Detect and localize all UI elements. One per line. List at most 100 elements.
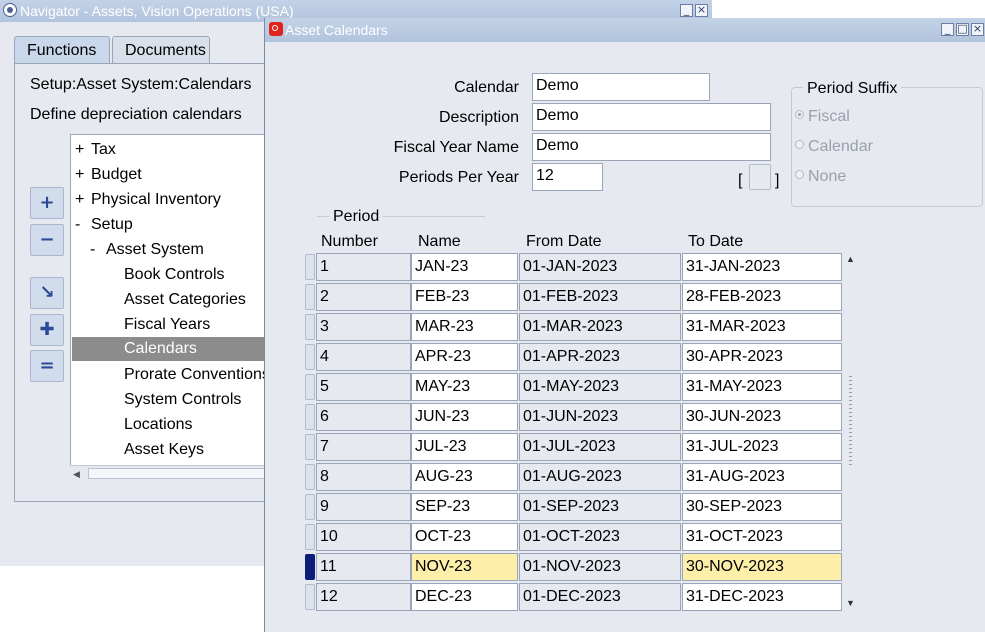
period-name-cell[interactable]: DEC-23	[411, 583, 518, 611]
period-to-date-cell[interactable]: 31-MAR-2023	[682, 313, 842, 341]
row-selector[interactable]	[305, 404, 315, 430]
period-name-cell[interactable]: JUN-23	[411, 403, 518, 431]
period-number-cell[interactable]: 7	[316, 433, 411, 461]
radio-fiscal[interactable]: Fiscal	[795, 108, 850, 126]
row-selector[interactable]	[305, 374, 315, 400]
period-name-cell[interactable]: NOV-23	[411, 553, 518, 581]
period-to-date-cell[interactable]: 31-OCT-2023	[682, 523, 842, 551]
tree-item-asset-keys[interactable]: Asset Keys	[124, 438, 204, 462]
period-number-cell[interactable]: 2	[316, 283, 411, 311]
period-suffix-title: Period Suffix	[803, 80, 902, 98]
minimize-icon[interactable]: _	[941, 23, 954, 36]
period-to-date-cell[interactable]: 31-AUG-2023	[682, 463, 842, 491]
tab-functions[interactable]: Functions	[14, 36, 110, 64]
period-number-cell[interactable]: 3	[316, 313, 411, 341]
period-from-date-cell[interactable]: 01-NOV-2023	[519, 553, 681, 581]
row-selector[interactable]	[305, 524, 315, 550]
tree-item-fiscal-years[interactable]: Fiscal Years	[124, 313, 210, 337]
period-to-date-cell[interactable]: 28-FEB-2023	[682, 283, 842, 311]
row-selector[interactable]	[305, 584, 315, 610]
fiscal-year-name-field[interactable]: Demo	[532, 133, 771, 161]
tree-item-asset-system[interactable]: - Asset System	[90, 238, 204, 262]
radio-calendar[interactable]: Calendar	[795, 138, 873, 156]
period-name-cell[interactable]: MAR-23	[411, 313, 518, 341]
period-from-date-cell[interactable]: 01-MAR-2023	[519, 313, 681, 341]
expand-branch-button[interactable]: ↘	[30, 277, 64, 309]
calendar-field[interactable]: Demo	[532, 73, 710, 101]
tree-horizontal-scrollbar[interactable]: ◀	[70, 465, 314, 482]
period-table-scrollbar[interactable]: ▲ ▼	[844, 252, 858, 610]
row-selector[interactable]	[305, 554, 315, 580]
period-name-cell[interactable]: JAN-23	[411, 253, 518, 281]
tree-item-budget[interactable]: + Budget	[75, 163, 142, 187]
tree-item-physical-inventory[interactable]: + Physical Inventory	[75, 188, 221, 212]
maximize-icon[interactable]: □	[956, 23, 969, 36]
period-number-cell[interactable]: 12	[316, 583, 411, 611]
row-selector[interactable]	[305, 314, 315, 340]
period-to-date-cell[interactable]: 30-NOV-2023	[682, 553, 842, 581]
period-number-cell[interactable]: 5	[316, 373, 411, 401]
period-to-date-cell[interactable]: 30-SEP-2023	[682, 493, 842, 521]
row-selector[interactable]	[305, 464, 315, 490]
description-field[interactable]: Demo	[532, 103, 771, 131]
period-name-cell[interactable]: FEB-23	[411, 283, 518, 311]
scroll-left-icon[interactable]: ◀	[73, 469, 80, 480]
tree-item-locations[interactable]: Locations	[124, 413, 193, 437]
period-number-cell[interactable]: 9	[316, 493, 411, 521]
row-selector[interactable]	[305, 254, 315, 280]
period-to-date-cell[interactable]: 31-DEC-2023	[682, 583, 842, 611]
period-from-date-cell[interactable]: 01-APR-2023	[519, 343, 681, 371]
period-name-cell[interactable]: SEP-23	[411, 493, 518, 521]
period-from-date-cell[interactable]: 01-DEC-2023	[519, 583, 681, 611]
period-from-date-cell[interactable]: 01-OCT-2023	[519, 523, 681, 551]
period-from-date-cell[interactable]: 01-MAY-2023	[519, 373, 681, 401]
tab-documents[interactable]: Documents	[112, 36, 210, 64]
period-from-date-cell[interactable]: 01-JUL-2023	[519, 433, 681, 461]
tree-item-system-controls[interactable]: System Controls	[124, 388, 241, 412]
row-selector[interactable]	[305, 494, 315, 520]
period-name-cell[interactable]: JUL-23	[411, 433, 518, 461]
descriptive-flexfield[interactable]	[749, 164, 771, 190]
tree-item-tax[interactable]: + Tax	[75, 138, 116, 162]
tree-item-book-controls[interactable]: Book Controls	[124, 263, 225, 287]
tree-item-setup[interactable]: - Setup	[75, 213, 133, 237]
period-number-cell[interactable]: 8	[316, 463, 411, 491]
radio-none[interactable]: None	[795, 168, 846, 186]
period-name-cell[interactable]: AUG-23	[411, 463, 518, 491]
period-from-date-cell[interactable]: 01-JUN-2023	[519, 403, 681, 431]
period-number-cell[interactable]: 10	[316, 523, 411, 551]
period-to-date-cell[interactable]: 30-JUN-2023	[682, 403, 842, 431]
period-number-cell[interactable]: 6	[316, 403, 411, 431]
scroll-up-icon[interactable]: ▲	[846, 254, 855, 264]
row-selector[interactable]	[305, 344, 315, 370]
period-name-cell[interactable]: MAY-23	[411, 373, 518, 401]
period-to-date-cell[interactable]: 31-JAN-2023	[682, 253, 842, 281]
scroll-down-icon[interactable]: ▼	[846, 598, 855, 608]
asset-calendars-titlebar[interactable]: Asset Calendars _ □ ×	[265, 18, 985, 42]
period-name-cell[interactable]: APR-23	[411, 343, 518, 371]
periods-per-year-field[interactable]: 12	[532, 163, 603, 191]
minimize-icon[interactable]: _	[680, 4, 693, 17]
close-icon[interactable]: ×	[695, 4, 708, 17]
collapse-all-button[interactable]: =	[30, 350, 64, 382]
period-from-date-cell[interactable]: 01-JAN-2023	[519, 253, 681, 281]
period-to-date-cell[interactable]: 31-JUL-2023	[682, 433, 842, 461]
period-from-date-cell[interactable]: 01-AUG-2023	[519, 463, 681, 491]
scroll-grip[interactable]	[849, 376, 852, 466]
period-number-cell[interactable]: 1	[316, 253, 411, 281]
period-name-cell[interactable]: OCT-23	[411, 523, 518, 551]
row-selector[interactable]	[305, 434, 315, 460]
period-number-cell[interactable]: 4	[316, 343, 411, 371]
period-from-date-cell[interactable]: 01-FEB-2023	[519, 283, 681, 311]
collapse-button[interactable]: −	[30, 224, 64, 256]
close-icon[interactable]: ×	[971, 23, 984, 36]
period-from-date-cell[interactable]: 01-SEP-2023	[519, 493, 681, 521]
expand-all-button[interactable]: ✚	[30, 314, 64, 346]
expand-button[interactable]: +	[30, 187, 64, 219]
row-selector[interactable]	[305, 284, 315, 310]
period-to-date-cell[interactable]: 31-MAY-2023	[682, 373, 842, 401]
period-to-date-cell[interactable]: 30-APR-2023	[682, 343, 842, 371]
tree-item-prorate-conventions[interactable]: Prorate Conventions	[124, 363, 270, 387]
period-number-cell[interactable]: 11	[316, 553, 411, 581]
tree-item-asset-categories[interactable]: Asset Categories	[124, 288, 246, 312]
